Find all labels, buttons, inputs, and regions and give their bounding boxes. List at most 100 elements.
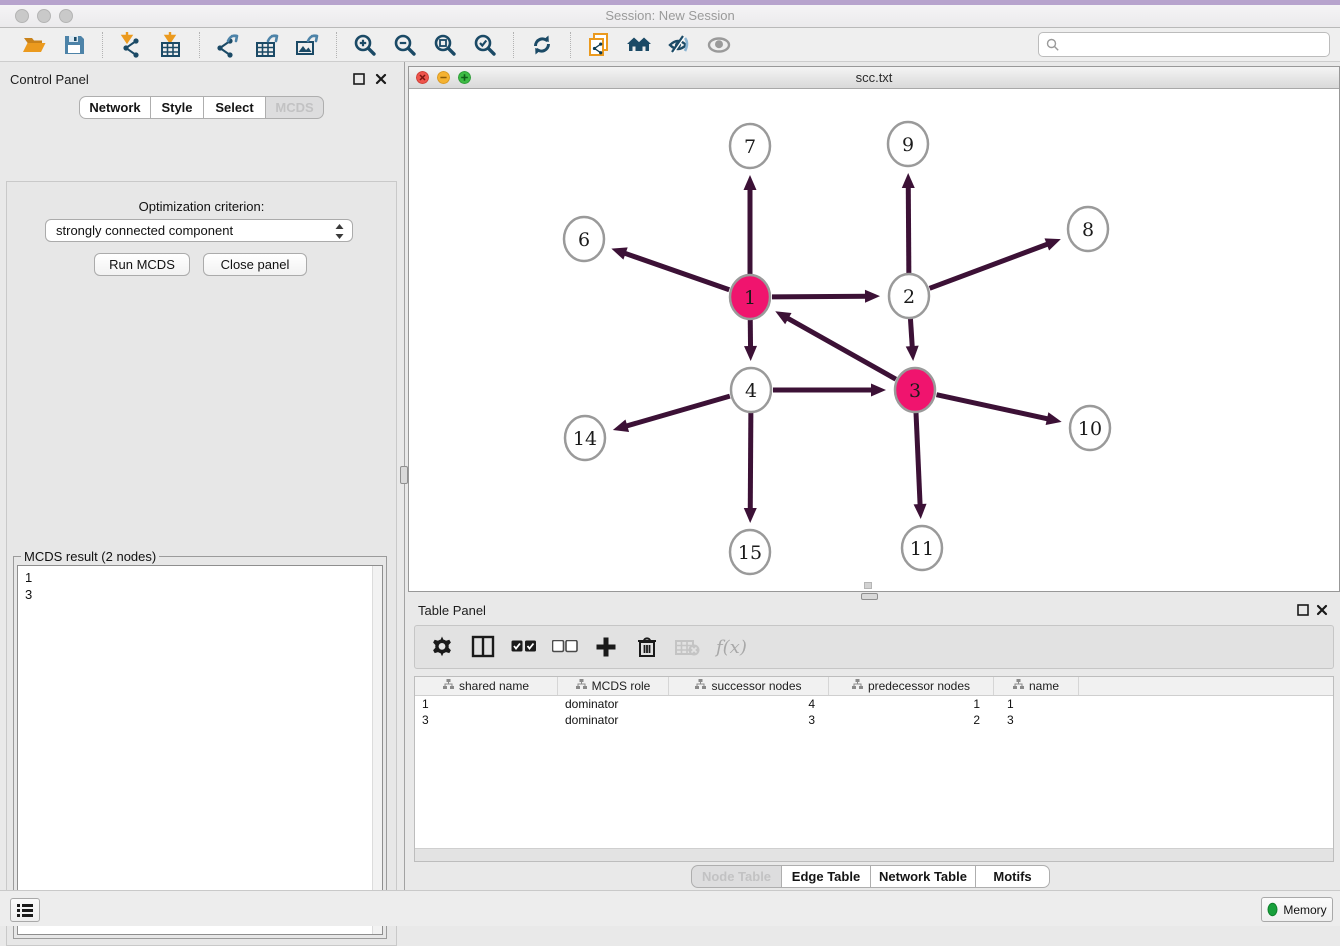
graph-node-2[interactable]: 2 bbox=[889, 274, 929, 318]
deselect-all-icon[interactable] bbox=[552, 634, 578, 660]
titlebar-accent-strip bbox=[0, 0, 1340, 5]
tab-style[interactable]: Style bbox=[151, 96, 204, 119]
mcds-result-list[interactable]: 13 bbox=[17, 565, 383, 935]
mcds-panel: Optimization criterion: strongly connect… bbox=[6, 181, 397, 946]
node-label: 7 bbox=[744, 136, 756, 158]
delete-row-icon[interactable] bbox=[634, 634, 660, 660]
edge-4-15[interactable] bbox=[750, 412, 751, 512]
optimization-criterion-value: strongly connected component bbox=[56, 223, 233, 238]
tab-select[interactable]: Select bbox=[204, 96, 266, 119]
home-icon[interactable] bbox=[625, 31, 653, 59]
clone-network-icon[interactable] bbox=[585, 31, 613, 59]
task-history-button[interactable] bbox=[10, 898, 40, 922]
graph-node-15[interactable]: 15 bbox=[730, 530, 770, 574]
graph-node-14[interactable]: 14 bbox=[565, 416, 605, 460]
memory-button[interactable]: Memory bbox=[1261, 897, 1333, 922]
zoom-selected-icon[interactable] bbox=[471, 31, 499, 59]
graph-node-10[interactable]: 10 bbox=[1070, 406, 1110, 450]
graph-node-9[interactable]: 9 bbox=[888, 122, 928, 166]
select-all-icon[interactable] bbox=[511, 634, 537, 660]
export-image-icon[interactable] bbox=[294, 31, 322, 59]
search-box[interactable] bbox=[1038, 32, 1330, 57]
graph-node-6[interactable]: 6 bbox=[564, 217, 604, 261]
hide-eye-icon[interactable] bbox=[665, 31, 693, 59]
zoom-fit-icon[interactable] bbox=[431, 31, 459, 59]
edge-2-3[interactable] bbox=[910, 318, 912, 350]
column-header-successor-nodes[interactable]: successor nodes bbox=[669, 677, 829, 695]
close-panel-icon[interactable] bbox=[374, 72, 388, 86]
horizontal-splitter-handle[interactable] bbox=[861, 593, 878, 600]
edge-3-11[interactable] bbox=[916, 412, 920, 508]
table-cell: 1 bbox=[994, 696, 1079, 712]
tab-network-table[interactable]: Network Table bbox=[871, 865, 976, 888]
run-mcds-button[interactable]: Run MCDS bbox=[94, 253, 190, 276]
column-tree-icon bbox=[695, 679, 706, 693]
float-panel-icon[interactable] bbox=[352, 72, 366, 86]
mcds-result-scrollbar[interactable] bbox=[372, 566, 382, 934]
export-network-icon[interactable] bbox=[214, 31, 242, 59]
edge-1-6[interactable] bbox=[622, 252, 729, 290]
edge-arrowhead bbox=[744, 346, 757, 361]
column-header-shared-name[interactable]: shared name bbox=[415, 677, 558, 695]
edge-2-8[interactable] bbox=[930, 243, 1051, 288]
open-session-icon[interactable] bbox=[20, 31, 48, 59]
add-row-icon[interactable] bbox=[593, 634, 619, 660]
mcds-result-line: 3 bbox=[25, 586, 382, 603]
column-header-predecessor-nodes[interactable]: predecessor nodes bbox=[829, 677, 994, 695]
graph-node-4[interactable]: 4 bbox=[731, 368, 771, 412]
graph-node-7[interactable]: 7 bbox=[730, 124, 770, 168]
table-row[interactable]: 3dominator323 bbox=[415, 712, 1333, 728]
table-tabs: Node TableEdge TableNetwork TableMotifs bbox=[691, 865, 1050, 888]
window-title: Session: New Session bbox=[0, 8, 1340, 23]
optimization-criterion-label: Optimization criterion: bbox=[7, 199, 396, 214]
table-cell: dominator bbox=[558, 696, 669, 712]
node-table-footer-scroll[interactable] bbox=[415, 848, 1333, 861]
tab-edge-table[interactable]: Edge Table bbox=[782, 865, 871, 888]
tab-node-table[interactable]: Node Table bbox=[691, 865, 782, 888]
edge-1-2[interactable] bbox=[772, 296, 869, 297]
network-scroll-nub[interactable] bbox=[864, 582, 872, 589]
graph-node-1[interactable]: 1 bbox=[730, 275, 770, 319]
tab-motifs[interactable]: Motifs bbox=[976, 865, 1050, 888]
table-cell: 3 bbox=[994, 712, 1079, 728]
export-table-icon[interactable] bbox=[254, 31, 282, 59]
edge-3-1[interactable] bbox=[785, 317, 896, 380]
import-network-icon[interactable] bbox=[117, 31, 145, 59]
toolbar-group bbox=[6, 31, 102, 59]
search-input[interactable] bbox=[1065, 38, 1329, 52]
close-table-panel-icon[interactable] bbox=[1315, 603, 1329, 617]
network-canvas[interactable]: 7 9 6 8 1 2 4 3 14 10 15 11 bbox=[409, 89, 1339, 591]
column-layout-icon[interactable] bbox=[470, 634, 496, 660]
zoom-out-icon[interactable] bbox=[391, 31, 419, 59]
tab-mcds[interactable]: MCDS bbox=[266, 96, 324, 119]
import-table-icon[interactable] bbox=[157, 31, 185, 59]
edge-3-10[interactable] bbox=[936, 395, 1050, 420]
close-panel-button[interactable]: Close panel bbox=[203, 253, 307, 276]
save-session-icon[interactable] bbox=[60, 31, 88, 59]
column-tree-icon bbox=[1013, 679, 1024, 693]
table-row[interactable]: 1dominator411 bbox=[415, 696, 1333, 712]
settings-gear-icon[interactable] bbox=[429, 634, 455, 660]
mcds-result-title: MCDS result (2 nodes) bbox=[21, 549, 159, 564]
edge-2-9[interactable] bbox=[908, 184, 909, 274]
vertical-splitter-handle[interactable] bbox=[400, 466, 408, 484]
optimization-criterion-select[interactable]: strongly connected component bbox=[45, 219, 353, 242]
refresh-icon[interactable] bbox=[528, 31, 556, 59]
tab-network[interactable]: Network bbox=[79, 96, 151, 119]
graph-node-3[interactable]: 3 bbox=[895, 368, 935, 412]
column-header-MCDS-role[interactable]: MCDS role bbox=[558, 677, 669, 695]
graph-node-11[interactable]: 11 bbox=[902, 526, 942, 570]
table-cell: 4 bbox=[669, 696, 829, 712]
graph-node-8[interactable]: 8 bbox=[1068, 207, 1108, 251]
toolbar-group bbox=[200, 31, 336, 59]
column-header-name[interactable]: name bbox=[994, 677, 1079, 695]
table-cell: 3 bbox=[415, 712, 558, 728]
node-table-body: 1dominator4113dominator323 bbox=[415, 696, 1333, 728]
float-table-panel-icon[interactable] bbox=[1296, 603, 1310, 617]
show-eye-icon[interactable] bbox=[705, 31, 733, 59]
node-label: 11 bbox=[910, 538, 934, 560]
edge-4-14[interactable] bbox=[623, 396, 729, 427]
network-graph[interactable]: 7 9 6 8 1 2 4 3 14 10 15 11 bbox=[409, 89, 1339, 591]
zoom-in-icon[interactable] bbox=[351, 31, 379, 59]
column-label: predecessor nodes bbox=[868, 679, 970, 693]
